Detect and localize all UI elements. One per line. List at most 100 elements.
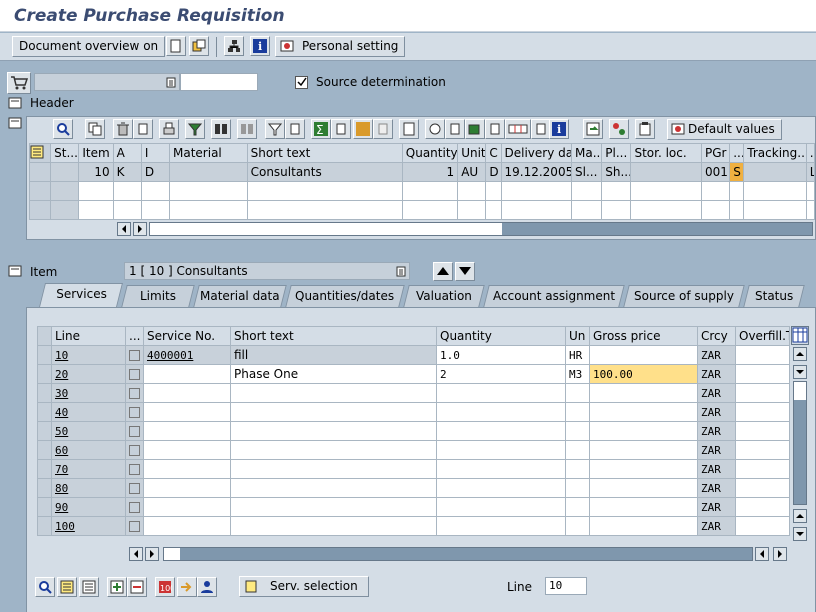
scrollbar-thumb[interactable] [794,382,806,400]
services-col-header[interactable]: Crcy [698,327,736,346]
currency-cell[interactable]: ZAR [698,422,736,441]
gross-price-cell[interactable] [590,403,698,422]
table-row[interactable]: 70ZAR [38,460,790,479]
overfill-cell[interactable] [736,517,790,536]
row-checkbox-box[interactable] [129,426,140,437]
row-checkbox-box[interactable] [129,445,140,456]
table-row[interactable]: 30 ZAR [38,384,790,403]
tab-valuation[interactable]: Valuation [403,285,484,307]
item-info-icon[interactable]: i [549,119,569,139]
quantity-cell[interactable] [437,441,566,460]
personal-setting-button[interactable]: Personal setting [275,36,405,57]
quantity-cell[interactable] [437,422,566,441]
items-col-header[interactable]: Tracking... [744,144,806,163]
items-col-header[interactable]: Delivery date [501,144,572,163]
collapse-item-detail-icon[interactable] [8,264,26,280]
items-col-header[interactable]: C [486,144,501,163]
default-values-button[interactable]: Default values [667,119,782,140]
quantity-cell[interactable] [437,479,566,498]
service-number-cell[interactable] [144,498,231,517]
row-selector[interactable] [38,365,52,384]
items-col-header[interactable]: Material [170,144,248,163]
service-line-link[interactable]: 30 [52,384,126,403]
row-selector[interactable] [30,182,51,201]
find-icon[interactable] [211,119,231,139]
currency-cell[interactable]: ZAR [698,403,736,422]
currency-cell[interactable]: ZAR [698,517,736,536]
unit-cell[interactable]: HR [566,346,590,365]
document-type-field[interactable] [34,73,180,91]
quantity-cell[interactable] [437,460,566,479]
short-text-cell[interactable] [231,479,437,498]
currency-cell[interactable]: ZAR [698,460,736,479]
services-col-header[interactable]: Line [52,327,126,346]
service-line-link[interactable]: 100 [52,517,126,536]
page-up-icon[interactable] [793,509,807,523]
quantity-cell[interactable] [437,384,566,403]
views-menu-icon[interactable] [445,119,465,139]
table-row[interactable] [30,182,815,201]
row-checkbox[interactable] [126,422,144,441]
items-col-header[interactable]: Ma... [572,144,602,163]
row-checkbox[interactable] [126,403,144,422]
unit-cell[interactable] [566,441,590,460]
short-text-cell[interactable] [231,498,437,517]
item-select[interactable]: 1 [ 10 ] Consultants [124,262,410,280]
service-line-link[interactable]: 80 [52,479,126,498]
subtotal-menu-icon[interactable] [373,119,393,139]
services-col-header[interactable]: ... [126,327,144,346]
services-col-header[interactable]: Un [566,327,590,346]
overfill-cell[interactable] [736,479,790,498]
next-item-icon[interactable] [455,262,475,281]
service-line-link[interactable]: 50 [52,422,126,441]
transfer-icon[interactable] [177,577,197,597]
service-line-link[interactable]: 10 [52,346,126,365]
row-selector[interactable] [30,201,51,220]
copy-icon[interactable] [85,119,105,139]
currency-cell[interactable]: ZAR [698,384,736,403]
document-number-field[interactable] [180,73,258,91]
currency-cell[interactable]: ZAR [698,441,736,460]
unit-cell[interactable] [566,498,590,517]
service-number-cell[interactable] [144,517,231,536]
subtotal-icon[interactable] [353,119,373,139]
table-row[interactable]: 40ZAR [38,403,790,422]
quantity-cell[interactable] [437,517,566,536]
row-selector[interactable] [38,403,52,422]
currency-cell[interactable]: ZAR [698,346,736,365]
items-col-header[interactable]: I [141,144,169,163]
items-col-header[interactable]: Unit [458,144,486,163]
quantity-cell[interactable] [437,498,566,517]
sort-icon[interactable] [185,119,205,139]
overfill-cell[interactable] [736,365,790,384]
filter-icon[interactable] [265,119,285,139]
gross-price-cell[interactable] [590,441,698,460]
services-col-header[interactable]: Gross price [590,327,698,346]
table-row[interactable]: 90ZAR [38,498,790,517]
service-number-cell[interactable] [144,403,231,422]
service-details-icon[interactable] [35,577,55,597]
table-row[interactable] [30,201,815,220]
row-checkbox-box[interactable] [129,483,140,494]
tab-limits[interactable]: Limits [121,285,194,307]
row-checkbox-box[interactable] [129,350,140,361]
service-number-cell[interactable] [144,479,231,498]
row-checkbox[interactable] [126,365,144,384]
gross-price-cell[interactable] [590,498,698,517]
shopping-cart-icon[interactable] [7,72,31,94]
export-icon[interactable] [465,119,485,139]
quantity-cell[interactable]: 2 [437,365,566,384]
service-number-cell[interactable] [144,460,231,479]
row-checkbox-box[interactable] [129,369,140,380]
items-col-header[interactable]: Pl... [602,144,631,163]
table-row[interactable]: 50 ZAR [38,422,790,441]
gross-price-cell[interactable] [590,479,698,498]
document-icon[interactable] [399,119,419,139]
short-text-cell[interactable] [231,384,437,403]
services-col-header[interactable]: Quantity [437,327,566,346]
source-determination-checkbox[interactable] [295,76,308,89]
delete-line-icon[interactable] [127,577,147,597]
overfill-cell[interactable] [736,384,790,403]
scroll-up-icon[interactable] [793,347,807,361]
row-selector[interactable] [38,346,52,365]
